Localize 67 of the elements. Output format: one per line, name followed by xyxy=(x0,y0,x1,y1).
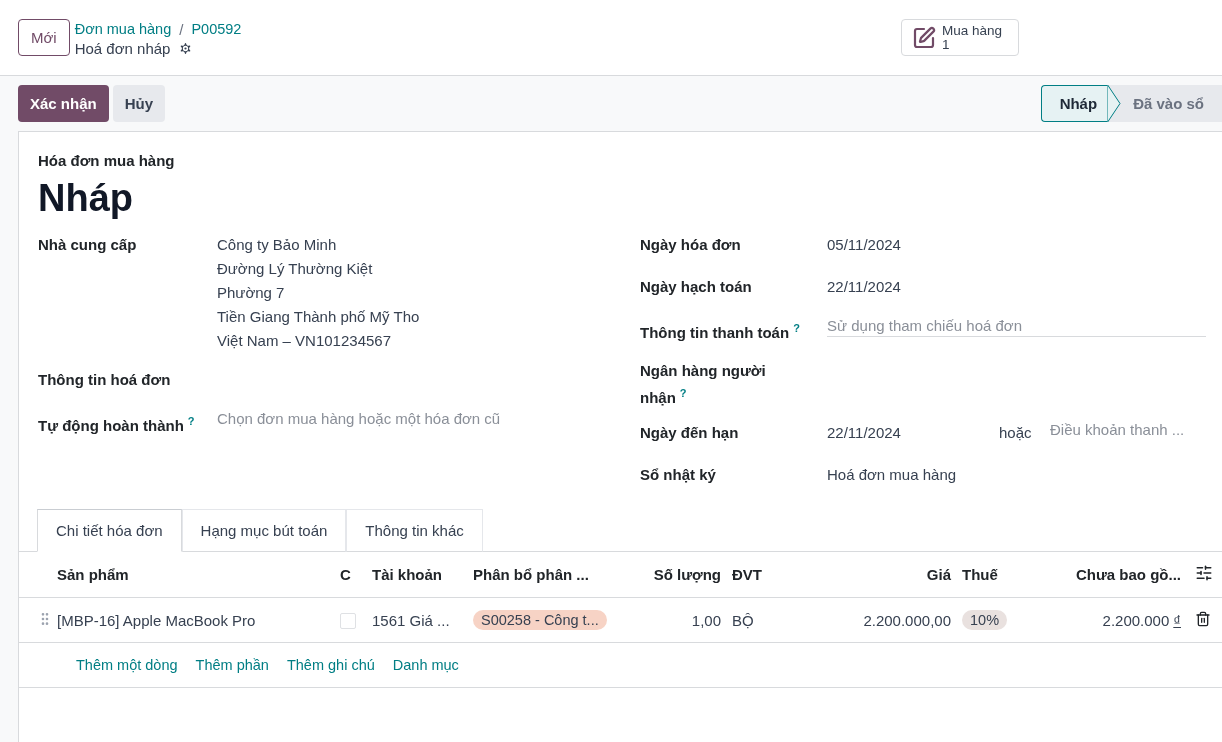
add-line-link[interactable]: Danh mục xyxy=(392,657,459,673)
column-header: C xyxy=(340,566,352,583)
input-field[interactable]: Điều khoản thanh ... xyxy=(1050,421,1206,441)
chevron-icon xyxy=(1107,85,1122,122)
column-settings-icon[interactable] xyxy=(1195,564,1213,582)
table-cell-text: 1561 Giá ... xyxy=(372,611,451,629)
document-title: Nháp xyxy=(38,176,134,221)
table-cell-text: 2.200.000 ₫ xyxy=(1101,611,1181,629)
help-icon[interactable]: ? xyxy=(679,387,687,399)
column-header: Sản phẩm xyxy=(57,566,130,583)
table-cell-text: [MBP-16] Apple MacBook Pro xyxy=(57,611,257,629)
analytic-tag: S00258 - Công t... xyxy=(473,610,607,630)
tax-tag: 10% xyxy=(962,610,1008,630)
field-label: Ngày đến hạn xyxy=(640,423,740,443)
settings-icon[interactable] xyxy=(178,41,194,56)
field-label: Sổ nhật ký xyxy=(640,465,717,485)
delete-icon[interactable] xyxy=(1195,610,1211,627)
add-line-link[interactable]: Thêm một dòng xyxy=(76,657,178,673)
connector-text: hoặc xyxy=(999,423,1033,443)
breadcrumb-link[interactable]: P00592 xyxy=(191,20,242,39)
tab[interactable]: Thông tin khác xyxy=(346,509,483,552)
status-step[interactable]: Đã vào sổ xyxy=(1121,85,1222,122)
address-line: Đường Lý Thường Kiệt xyxy=(217,259,374,279)
record-name: Hoá đơn nháp xyxy=(74,39,171,58)
document-type: Hóa đơn mua hàng xyxy=(38,152,176,169)
tab[interactable]: Chi tiết hóa đơn xyxy=(37,509,182,552)
status-step[interactable]: Nháp xyxy=(1040,85,1122,122)
field-label: Nhà cung cấp xyxy=(38,235,138,255)
field-label: Thông tin thanh toán $^{?}$ xyxy=(640,321,801,343)
purchase-smart-button[interactable]: Mua hàng 1 xyxy=(901,19,1019,56)
field-value: 22/11/2024 xyxy=(827,423,902,443)
column-header: Số lượng xyxy=(652,566,721,583)
field-label: Ngân hàng người nhận $^{?}$ xyxy=(640,361,767,408)
input-field[interactable]: Chọn đơn mua hàng hoặc một hóa đơn cũ xyxy=(217,410,640,430)
input-field[interactable]: Sử dụng tham chiếu hoá đơn xyxy=(827,317,1206,337)
table-cell-text: BỘ xyxy=(731,611,755,629)
add-line-link[interactable]: Thêm phần xyxy=(195,657,269,673)
column-header: Tài khoản xyxy=(372,566,443,583)
tab[interactable]: Hạng mục bút toán xyxy=(181,509,347,552)
confirm-button[interactable]: Xác nhận xyxy=(18,85,109,122)
address-line: Việt Nam – VN101234567 xyxy=(217,331,392,351)
field-value: 22/11/2024 xyxy=(827,277,902,297)
help-icon[interactable]: ? xyxy=(793,322,800,334)
field-value: 05/11/2024 xyxy=(827,235,902,255)
column-header: Chưa bao gồ... xyxy=(1074,566,1181,583)
field-label: Ngày hóa đơn xyxy=(640,235,742,255)
field-label: Tự động hoàn thành $^{?}$ xyxy=(38,414,196,436)
address-line: Phường 7 xyxy=(217,283,286,303)
address-line: Công ty Bảo Minh xyxy=(217,235,338,255)
column-header: ĐVT xyxy=(731,566,763,583)
help-icon[interactable]: ? xyxy=(187,415,195,427)
column-header: Thuế xyxy=(961,566,999,583)
field-label: Ngày hạch toán xyxy=(640,277,753,297)
edit-icon xyxy=(912,25,936,50)
field-label: Thông tin hoá đơn xyxy=(38,370,172,390)
add-line-link[interactable]: Thêm ghi chú xyxy=(286,657,375,673)
address-line: Tiền Giang Thành phố Mỹ Tho xyxy=(217,307,421,327)
column-header: Giá xyxy=(925,566,951,583)
field-value: Hoá đơn mua hàng xyxy=(827,465,958,485)
checkbox[interactable] xyxy=(340,613,356,629)
table-cell-text: 2.200.000,00 xyxy=(862,611,951,629)
new-button[interactable]: Mới xyxy=(18,19,70,56)
cancel-button[interactable]: Hủy xyxy=(112,85,166,122)
column-header: Phân bổ phân ... xyxy=(473,566,590,583)
breadcrumb-separator: / xyxy=(179,20,184,39)
table-cell-text: 1,00 xyxy=(690,611,721,629)
breadcrumb-link[interactable]: Đơn mua hàng xyxy=(74,20,172,39)
